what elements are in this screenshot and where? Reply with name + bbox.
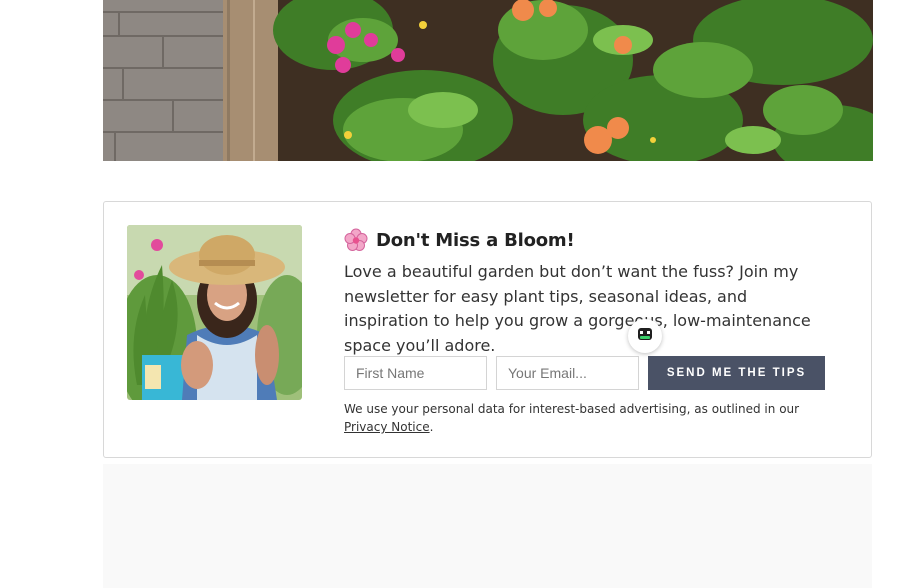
- disclaimer-text: We use your personal data for interest-b…: [344, 402, 800, 416]
- email-input[interactable]: [496, 356, 639, 390]
- disclaimer-period: .: [429, 420, 434, 434]
- flower-icon: [344, 228, 368, 252]
- headline-text: Don't Miss a Bloom!: [376, 229, 575, 251]
- chat-widget-icon: [636, 325, 654, 348]
- newsletter-description: Love a beautiful garden but don’t want t…: [344, 262, 811, 355]
- left-gutter: [0, 0, 66, 588]
- page: Don't Miss a Bloom! Love a beautiful gar…: [0, 0, 919, 588]
- garden-hero-image: [103, 0, 873, 161]
- newsletter-card: Don't Miss a Bloom! Love a beautiful gar…: [103, 201, 872, 458]
- chat-widget-button[interactable]: [628, 319, 662, 353]
- first-name-input[interactable]: [344, 356, 487, 390]
- gardener-portrait-image: [127, 225, 302, 400]
- privacy-disclaimer: We use your personal data for interest-b…: [344, 400, 834, 436]
- send-tips-button[interactable]: SEND ME THE TIPS: [648, 356, 825, 390]
- newsletter-headline: Don't Miss a Bloom!: [344, 228, 575, 252]
- footer-panel: [103, 464, 872, 588]
- privacy-notice-link[interactable]: Privacy Notice: [344, 420, 430, 434]
